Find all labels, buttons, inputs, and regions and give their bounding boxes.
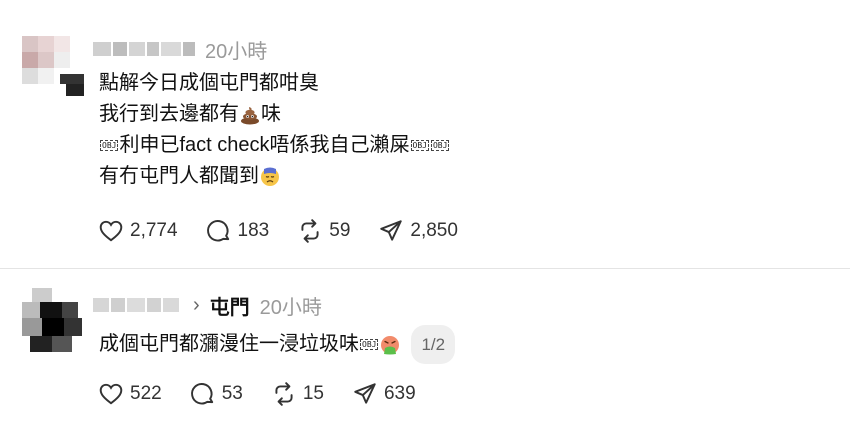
avatar[interactable] [22, 288, 84, 354]
username-blurred[interactable] [93, 42, 195, 56]
obj-marker: OBJ [100, 140, 119, 151]
text-line: 我行到去邊都有 [99, 103, 239, 125]
share-count: 2,850 [410, 220, 458, 241]
repost-icon [301, 219, 319, 243]
comment-icon [206, 220, 229, 242]
repost-count: 59 [329, 220, 351, 241]
post-header: › 屯門 20小時 [93, 291, 322, 320]
like-button[interactable]: 522 [98, 381, 162, 407]
action-bar: 522 53 15 639 [98, 381, 444, 407]
post-2: › 屯門 20小時 成個屯門都瀰漫住一浸垃圾味 OBJ 1/2 522 53 1… [0, 270, 850, 425]
post-body: 成個屯門都瀰漫住一浸垃圾味 OBJ 1/2 [99, 325, 456, 364]
share-button[interactable]: 2,850 [378, 218, 458, 244]
avatar[interactable] [22, 36, 84, 98]
text-line: 點解今日成個屯門都咁臭 [99, 72, 319, 94]
text-line: 成個屯門都瀰漫住一浸垃圾味 [99, 333, 359, 355]
share-count: 639 [383, 383, 416, 404]
obj-marker: OBJ [430, 140, 450, 151]
heart-icon [99, 220, 123, 242]
text-line: 味 [261, 103, 281, 125]
comment-count: 53 [221, 383, 243, 404]
comment-button[interactable]: 53 [190, 381, 243, 407]
text-line: 有冇屯門人都聞到 [99, 165, 259, 187]
like-count: 522 [130, 383, 162, 404]
username-blurred[interactable] [93, 298, 179, 312]
vomit-emoji [381, 335, 400, 354]
repost-count: 15 [302, 383, 324, 404]
heart-icon [99, 383, 123, 405]
like-button[interactable]: 2,774 [98, 218, 178, 244]
action-bar: 2,774 183 59 2,850 [98, 218, 486, 244]
like-count: 2,774 [130, 220, 178, 241]
obj-marker: OBJ [410, 140, 429, 151]
reply-target[interactable]: 屯門 [210, 291, 250, 320]
disappointed-emoji [261, 167, 279, 186]
post-header: 20小時 [93, 37, 268, 63]
repost-icon [275, 382, 293, 406]
page-indicator[interactable]: 1/2 [411, 325, 456, 364]
timestamp: 20小時 [205, 40, 268, 63]
comment-count: 183 [237, 220, 270, 241]
text-line: 利申已fact check唔係我自己瀨屎 [119, 134, 410, 156]
chevron-right-icon: › [193, 293, 200, 316]
comment-button[interactable]: 183 [206, 218, 270, 244]
timestamp: 20小時 [259, 296, 322, 319]
comment-icon [190, 383, 213, 405]
repost-button[interactable]: 15 [271, 381, 324, 407]
share-button[interactable]: 639 [352, 381, 416, 407]
post-divider [0, 268, 850, 269]
poop-emoji [241, 106, 259, 124]
post-1: 20小時 點解今日成個屯門都咁臭 我行到去邊都有 味 OBJ 利申已fact c… [0, 0, 850, 268]
obj-marker: OBJ [360, 339, 379, 350]
repost-button[interactable]: 59 [297, 218, 350, 244]
post-body: 點解今日成個屯門都咁臭 我行到去邊都有 味 OBJ 利申已fact check唔… [99, 68, 450, 192]
share-icon [380, 220, 403, 241]
share-icon [354, 383, 376, 404]
